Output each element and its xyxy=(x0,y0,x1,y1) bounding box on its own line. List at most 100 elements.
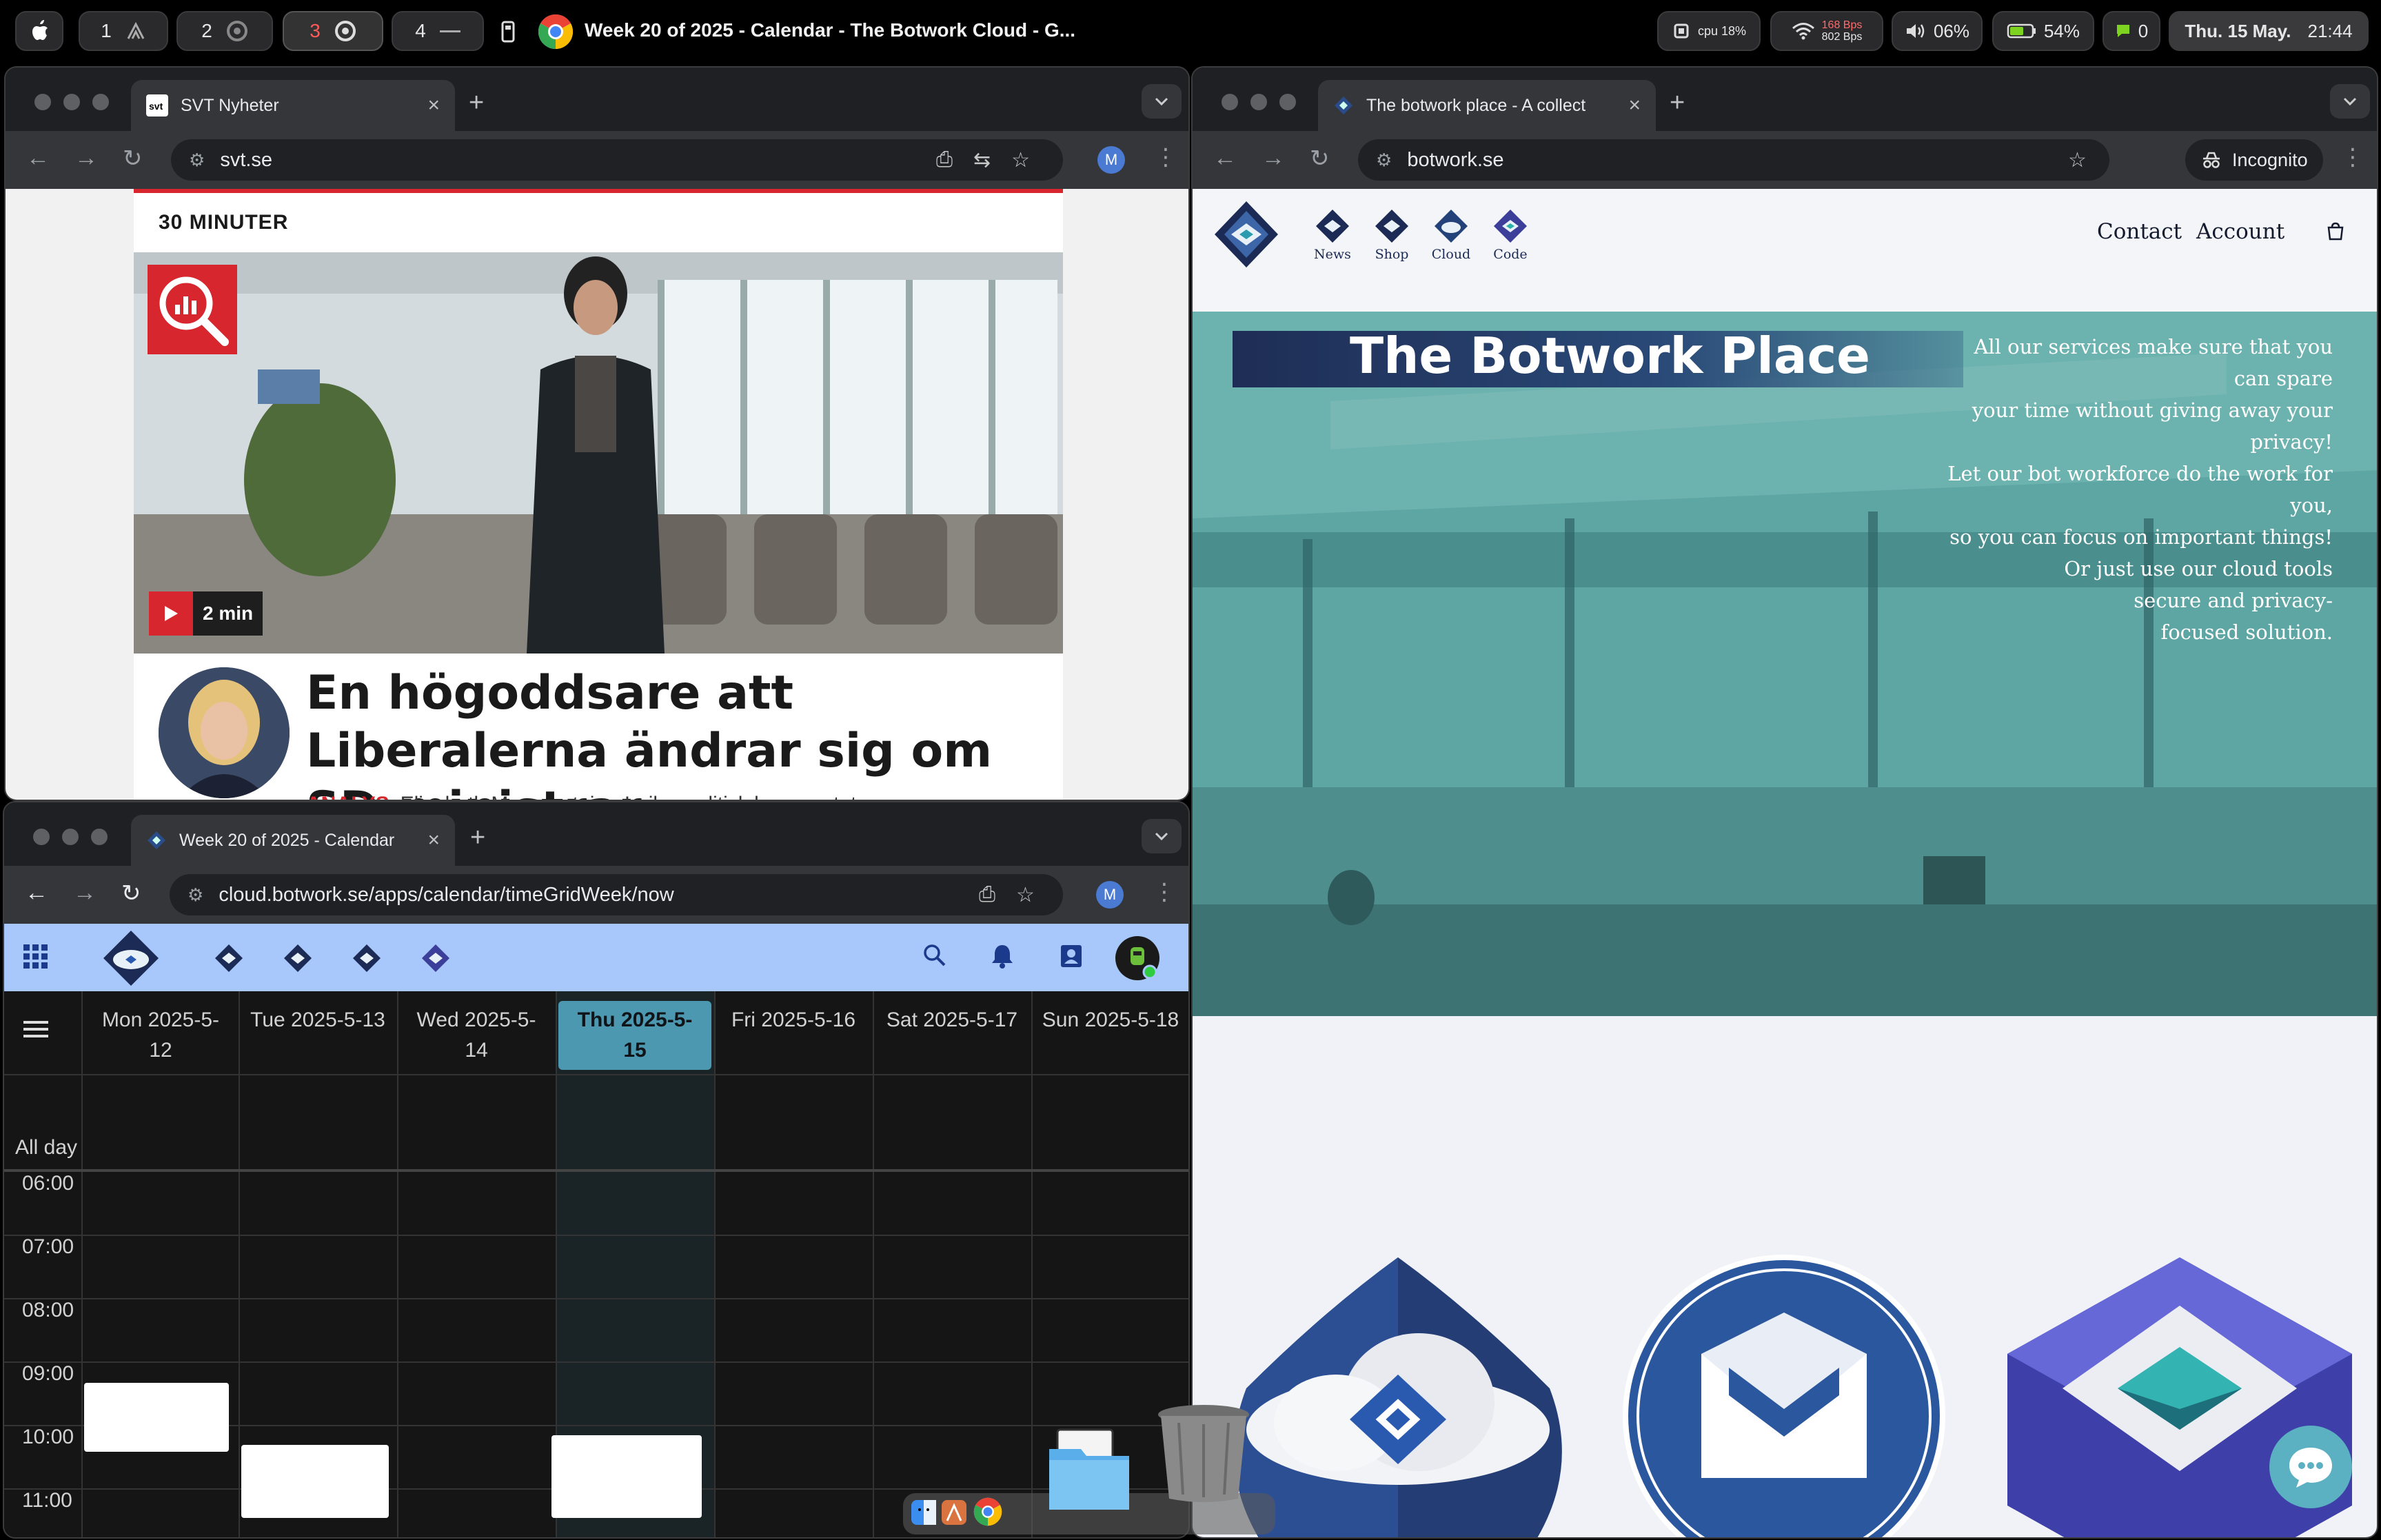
folder-icon[interactable] xyxy=(1048,1428,1131,1511)
bookmark-star-icon[interactable]: ☆ xyxy=(1016,883,1035,907)
day-header-sun[interactable]: Sun 2025-5-18 xyxy=(1034,1005,1187,1035)
contact-link[interactable]: Contact xyxy=(2097,219,2182,244)
finder-icon[interactable] xyxy=(911,1500,936,1525)
nav-link-code[interactable]: Code xyxy=(1486,208,1534,262)
day-column-tue[interactable] xyxy=(239,991,240,1537)
botwork-logo[interactable] xyxy=(1210,199,1282,274)
install-app-icon[interactable]: ⎙ xyxy=(936,148,953,172)
address-bar[interactable]: ⚙ botwork.se ☆ xyxy=(1358,139,2109,181)
back-button[interactable]: ← xyxy=(1213,145,1237,172)
article-headline[interactable]: En högoddsare att Liberalerna ändrar sig… xyxy=(306,665,1037,800)
space-1[interactable]: 1 xyxy=(79,11,168,51)
clock-widget[interactable]: Thu. 15 May. 21:44 xyxy=(2169,11,2369,51)
forward-button[interactable]: → xyxy=(1262,145,1285,172)
tab-botwork[interactable]: The botwork place - A collect × xyxy=(1318,80,1656,131)
tab-search-button[interactable] xyxy=(1142,84,1182,119)
cart-icon[interactable] xyxy=(2326,222,2345,241)
address-bar[interactable]: ⚙ svt.se ⎙ ⇆ ☆ xyxy=(171,139,1063,181)
more-menu-icon[interactable]: ⋮ xyxy=(1154,143,1177,171)
nav-link-cloud[interactable]: Cloud xyxy=(1427,208,1475,262)
mail-app-icon[interactable] xyxy=(352,943,382,973)
new-tab-button[interactable]: + xyxy=(469,88,484,118)
nav-link-news[interactable]: News xyxy=(1308,208,1357,262)
reload-button[interactable]: ↻ xyxy=(123,145,143,172)
new-tab-button[interactable]: + xyxy=(1670,88,1685,118)
contacts-icon[interactable] xyxy=(1059,943,1084,969)
tab-svt[interactable]: svt SVT Nyheter × xyxy=(131,80,455,131)
reload-button[interactable]: ↻ xyxy=(1310,145,1330,172)
close-tab-icon[interactable]: × xyxy=(1628,94,1641,117)
claude-app-icon[interactable] xyxy=(942,1500,966,1525)
day-column-wed[interactable] xyxy=(397,991,398,1537)
tab-search-button[interactable] xyxy=(2330,84,2370,119)
incognito-indicator[interactable]: Incognito xyxy=(2185,139,2323,181)
day-header-wed[interactable]: Wed 2025-5- 14 xyxy=(400,1005,553,1066)
day-header-tue[interactable]: Tue 2025-5-13 xyxy=(241,1005,394,1035)
calendar-app-icon[interactable] xyxy=(421,943,451,973)
install-app-icon[interactable]: ⎙ xyxy=(979,883,995,906)
day-column-sun[interactable] xyxy=(1031,991,1033,1537)
bell-icon[interactable] xyxy=(990,943,1015,969)
day-column-sat[interactable] xyxy=(873,991,874,1537)
article-video-thumbnail[interactable]: 2 min xyxy=(134,252,1063,654)
more-menu-icon[interactable]: ⋮ xyxy=(2341,143,2364,171)
day-header-mon[interactable]: Mon 2025-5- 12 xyxy=(84,1005,237,1066)
app-grid-icon[interactable] xyxy=(22,943,50,971)
calendar-event[interactable] xyxy=(241,1445,389,1518)
more-menu-icon[interactable]: ⋮ xyxy=(1153,878,1176,906)
bookmark-star-icon[interactable]: ☆ xyxy=(2068,148,2087,172)
day-header-fri[interactable]: Fri 2025-5-16 xyxy=(717,1005,870,1035)
space-4[interactable]: 4 xyxy=(392,11,484,51)
window-controls[interactable] xyxy=(34,94,109,110)
account-link[interactable]: Account xyxy=(2196,219,2284,244)
battery-widget[interactable]: 54% xyxy=(1992,11,2094,51)
back-button[interactable]: ← xyxy=(25,880,48,906)
notifications-widget[interactable]: 0 xyxy=(2103,11,2160,51)
forward-button[interactable]: → xyxy=(73,880,97,906)
nav-link-shop[interactable]: Shop xyxy=(1368,208,1416,262)
files-app-icon[interactable] xyxy=(283,943,313,973)
day-header-sat[interactable]: Sat 2025-5-17 xyxy=(875,1005,1029,1035)
window-controls[interactable] xyxy=(33,829,108,845)
cloud-service-logo[interactable] xyxy=(1226,1250,1570,1537)
trash-icon[interactable] xyxy=(1155,1402,1252,1506)
close-tab-icon[interactable]: × xyxy=(427,829,440,852)
article-card[interactable]: 30 MINUTER 2 min En högoddsare att Liber… xyxy=(134,189,1063,800)
site-info-icon[interactable]: ⚙ xyxy=(1376,150,1392,171)
day-header-thu-today[interactable]: Thu 2025-5- 15 xyxy=(558,1001,711,1070)
reload-button[interactable]: ↻ xyxy=(121,880,141,907)
cpu-widget[interactable]: cpu 18% xyxy=(1657,11,1761,51)
calendar-event[interactable] xyxy=(84,1383,229,1452)
new-tab-button[interactable]: + xyxy=(470,823,485,853)
space-2[interactable]: 2 xyxy=(176,11,273,51)
calendar-event[interactable] xyxy=(551,1435,702,1518)
volume-widget[interactable]: 06% xyxy=(1892,11,1983,51)
day-column-mon[interactable] xyxy=(81,991,83,1537)
search-icon[interactable] xyxy=(922,943,947,968)
botwork-cloud-logo[interactable] xyxy=(101,928,161,989)
address-bar[interactable]: ⚙ cloud.botwork.se/apps/calendar/timeGri… xyxy=(170,874,1063,915)
space-3[interactable]: 3 xyxy=(283,11,383,51)
profile-avatar[interactable]: M xyxy=(1097,146,1125,174)
day-column-fri[interactable] xyxy=(714,991,716,1537)
tab-search-button[interactable] xyxy=(1142,819,1182,853)
site-info-icon[interactable]: ⚙ xyxy=(188,884,203,906)
close-tab-icon[interactable]: × xyxy=(427,94,440,117)
back-button[interactable]: ← xyxy=(26,145,50,172)
profile-avatar[interactable]: M xyxy=(1096,881,1124,909)
translate-icon[interactable]: ⇆ xyxy=(973,148,991,172)
forward-button[interactable]: → xyxy=(74,145,98,172)
apple-menu[interactable] xyxy=(15,11,63,51)
mail-service-logo[interactable] xyxy=(1619,1250,1949,1537)
site-info-icon[interactable]: ⚙ xyxy=(189,150,205,171)
network-widget[interactable]: 168 Bps 802 Bps xyxy=(1770,11,1883,51)
hamburger-menu-icon[interactable] xyxy=(23,1019,48,1040)
chat-button[interactable] xyxy=(2269,1426,2352,1508)
dashboard-app-icon[interactable] xyxy=(214,943,244,973)
chrome-dock-icon[interactable] xyxy=(973,1497,1002,1526)
video-duration[interactable]: 2 min xyxy=(149,591,263,636)
tab-calendar[interactable]: Week 20 of 2025 - Calendar × xyxy=(131,815,455,866)
user-avatar[interactable] xyxy=(1115,936,1159,980)
bookmark-star-icon[interactable]: ☆ xyxy=(1011,148,1030,172)
window-controls[interactable] xyxy=(1222,94,1296,110)
